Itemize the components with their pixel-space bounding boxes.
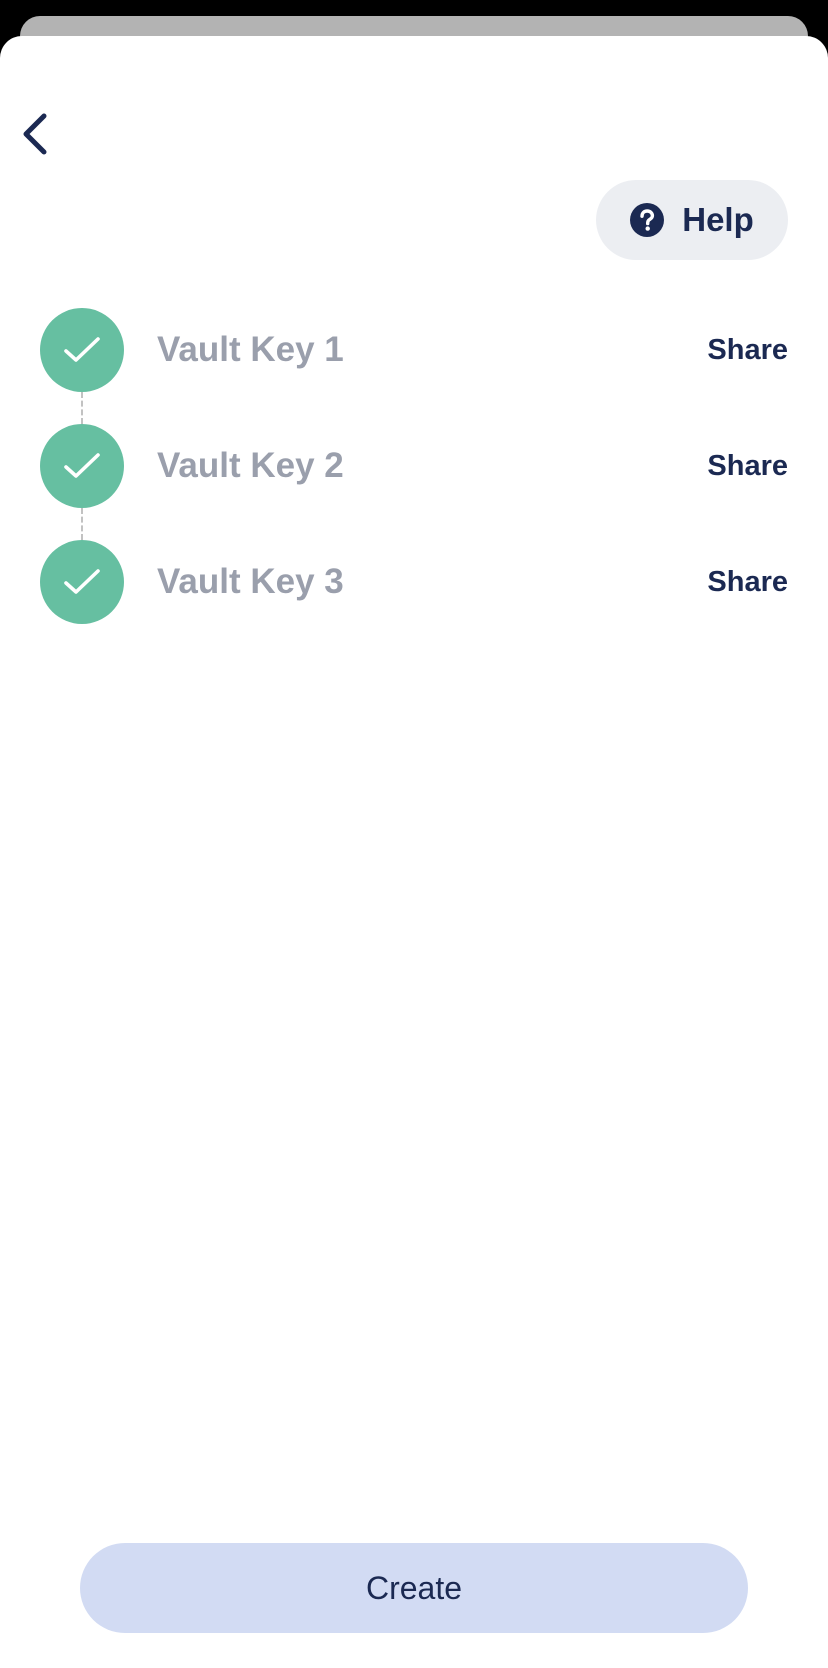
back-button[interactable] bbox=[10, 106, 60, 162]
key-status-complete bbox=[40, 424, 124, 508]
question-circle-icon bbox=[630, 203, 665, 237]
vault-key-row: Vault Key 1 Share bbox=[0, 308, 828, 424]
key-status-complete bbox=[40, 308, 124, 392]
vault-key-label: Vault Key 3 bbox=[157, 562, 344, 601]
vault-key-row: Vault Key 3 Share bbox=[0, 540, 828, 656]
create-button[interactable]: Create bbox=[80, 1543, 748, 1633]
modal-sheet: Help Vault Key 1 Share Vault Key 2 Share bbox=[0, 36, 828, 1668]
help-label: Help bbox=[682, 201, 754, 238]
vault-key-label: Vault Key 1 bbox=[157, 330, 344, 369]
share-button[interactable]: Share bbox=[707, 424, 788, 508]
share-button[interactable]: Share bbox=[707, 308, 788, 392]
step-connector bbox=[81, 392, 83, 424]
vault-keys-list: Vault Key 1 Share Vault Key 2 Share Vaul… bbox=[0, 308, 828, 656]
check-icon bbox=[64, 569, 100, 594]
help-button[interactable]: Help bbox=[596, 180, 788, 260]
chevron-left-icon bbox=[23, 113, 47, 155]
vault-key-row: Vault Key 2 Share bbox=[0, 424, 828, 540]
check-icon bbox=[64, 337, 100, 362]
share-button[interactable]: Share bbox=[707, 540, 788, 624]
step-connector bbox=[81, 508, 83, 540]
check-icon bbox=[64, 453, 100, 478]
key-status-complete bbox=[40, 540, 124, 624]
vault-key-label: Vault Key 2 bbox=[157, 446, 344, 485]
